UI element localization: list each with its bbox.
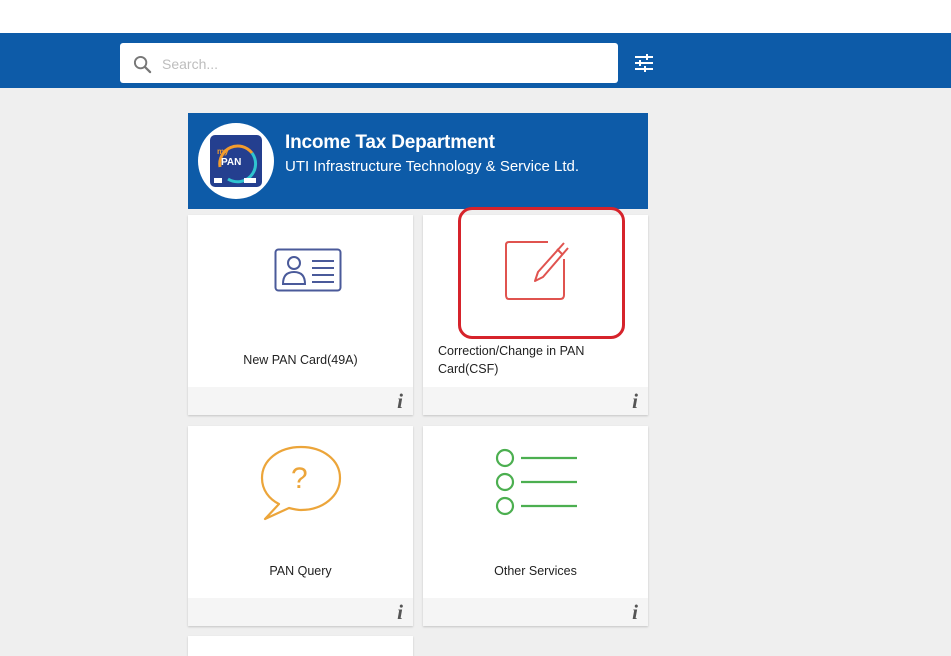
search-box[interactable] — [120, 43, 618, 85]
card-label-new-pan: New PAN Card(49A) — [243, 353, 358, 367]
svg-text:?: ? — [291, 462, 308, 495]
next-card-partial[interactable] — [188, 636, 413, 656]
card-footer: i — [188, 598, 413, 626]
header-bar — [0, 33, 951, 88]
brand-title: Income Tax Department — [285, 132, 495, 153]
top-bar — [0, 0, 951, 33]
info-icon[interactable]: i — [632, 601, 638, 623]
brand-subtitle: UTI Infrastructure Technology & Service … — [285, 158, 580, 175]
card-label-pan-query: PAN Query — [269, 564, 332, 578]
highlight-annotation — [458, 207, 625, 339]
card-pan-query[interactable]: ? PAN Query i — [188, 426, 413, 626]
card-label-correction-pan: Correction/Change in PAN Card(CSF) — [438, 344, 585, 376]
search-icon — [133, 55, 152, 74]
info-icon[interactable]: i — [397, 390, 403, 412]
logo-text-pan: PAN — [221, 157, 241, 168]
info-icon[interactable]: i — [632, 390, 638, 412]
card-new-pan[interactable]: New PAN Card(49A) i — [188, 215, 413, 415]
id-card-icon — [274, 248, 342, 292]
info-icon[interactable]: i — [397, 601, 403, 623]
mypan-logo-icon: my PAN — [210, 135, 262, 187]
search-input[interactable] — [160, 43, 604, 85]
list-icon — [495, 448, 577, 516]
card-footer: i — [423, 387, 648, 415]
question-bubble-icon: ? — [260, 445, 342, 521]
card-footer: i — [188, 387, 413, 415]
card-other-services[interactable]: Other Services i — [423, 426, 648, 626]
filter-settings-icon[interactable] — [634, 53, 654, 73]
card-footer: i — [423, 598, 648, 626]
card-label-other-services: Other Services — [494, 564, 577, 578]
logo-text-my: my — [217, 147, 229, 156]
mypan-logo: my PAN — [198, 123, 274, 199]
brand-banner: my PAN Income Tax Department UTI Infrast… — [188, 113, 648, 209]
